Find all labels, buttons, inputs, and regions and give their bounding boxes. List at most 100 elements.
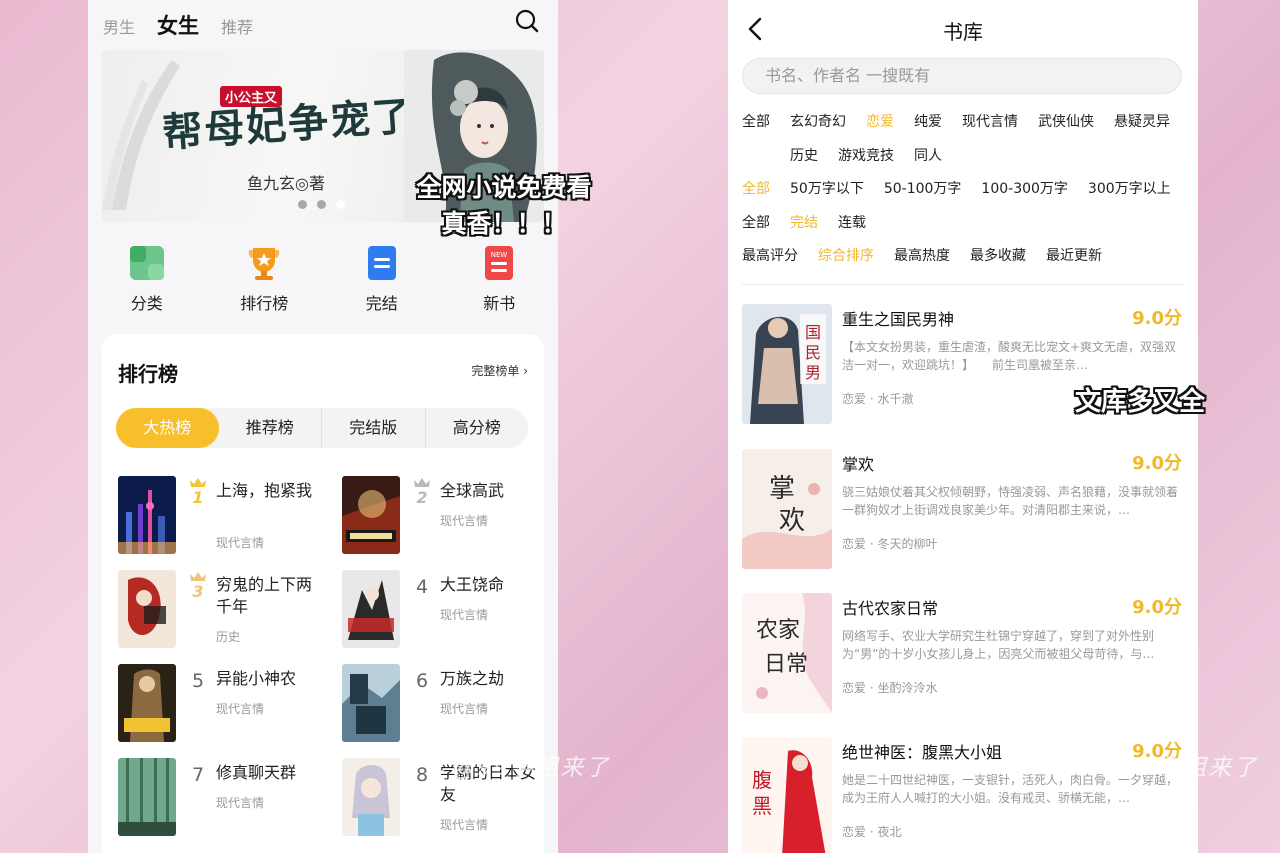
quick-nav-label: 完结 [365, 294, 398, 313]
book-genre: 现代言情 [440, 608, 489, 622]
svg-text:日常: 日常 [764, 652, 808, 677]
ranking-item[interactable]: 4 大王饶命 现代言情 [342, 570, 552, 652]
search-input[interactable]: 书名、作者名 一搜既有 [742, 58, 1182, 94]
sort-option[interactable]: 最多收藏 [970, 245, 1026, 265]
book-list-item[interactable]: 农家 日常 古代农家日常 9.0分 网络写手、农业大学研究生杜锦宁穿越了，穿到了… [742, 593, 1182, 717]
ranking-item[interactable]: 1 上海，抱紧我 现代言情 [118, 476, 328, 558]
ranking-title: 排行榜 [118, 362, 178, 386]
book-description: 网络写手、农业大学研究生杜锦宁穿越了，穿到了对外性别为“男”的十岁小女孩儿身上，… [842, 629, 1155, 661]
filter-option[interactable]: 连载 [838, 212, 866, 232]
ranking-item[interactable]: 3 穷鬼的上下两千年 历史 [118, 570, 328, 652]
chevron-right-icon: › [523, 364, 528, 378]
book-name: 穷鬼的上下两千年 [216, 575, 313, 616]
svg-text:腹: 腹 [752, 768, 772, 792]
carousel-dot[interactable] [317, 200, 326, 209]
filter-option[interactable]: 悬疑灵异 [1114, 111, 1170, 131]
sort-option[interactable]: 最高评分 [742, 245, 798, 265]
tab-recommended[interactable]: 推荐榜 [219, 408, 322, 448]
book-cover [342, 570, 400, 648]
book-genre: 现代言情 [440, 514, 489, 528]
genre-filter-row: 全部 玄幻奇幻 恋爱 纯爱 现代言情 武侠仙侠 悬疑灵异 [742, 111, 1190, 131]
filter-option[interactable]: 同人 [914, 145, 942, 165]
filter-option-selected[interactable]: 全部 [742, 178, 770, 198]
book-genre: 现代言情 [216, 702, 265, 716]
sort-option[interactable]: 最近更新 [1046, 245, 1102, 265]
quick-nav-new[interactable]: NEW 新书 [454, 244, 544, 314]
promo-caption-line: 全网小说免费看 [416, 173, 592, 202]
book-cover: 农家 日常 [742, 593, 832, 713]
rank-number: 8 [415, 764, 429, 786]
quick-nav-label: 排行榜 [240, 294, 289, 313]
book-score: 9.0分 [1132, 308, 1182, 329]
tab-finished[interactable]: 完结版 [322, 408, 426, 448]
ranking-item[interactable]: 7 修真聊天群 现代言情 [118, 758, 328, 840]
book-description: 【本文女扮男装，重生虐渣，酸爽无比宠文+爽文无虐，双强双洁一对一，欢迎跳坑！】 … [842, 340, 1177, 372]
svg-text:国: 国 [805, 323, 821, 342]
book-genre: 现代言情 [440, 702, 489, 716]
sort-option[interactable]: 最高热度 [894, 245, 950, 265]
filter-option[interactable]: 玄幻奇幻 [790, 111, 846, 131]
filter-option-selected[interactable]: 完结 [790, 212, 818, 232]
sort-option-selected[interactable]: 综合排序 [818, 245, 874, 265]
ranking-item[interactable]: 6 万族之劫 现代言情 [342, 664, 552, 746]
carousel-dot[interactable] [298, 200, 307, 209]
book-list-item[interactable]: 掌 欢 掌欢 9.0分 骁三姑娘仗着其父权倾朝野，恃强凌弱、声名狼藉，没事就领着… [742, 449, 1182, 573]
filter-option[interactable]: 武侠仙侠 [1038, 111, 1094, 131]
book-genre: 现代言情 [216, 536, 265, 550]
quick-nav-ranking[interactable]: 排行榜 [219, 244, 309, 314]
right-screen: 书库 书名、作者名 一搜既有 全部 玄幻奇幻 恋爱 纯爱 现代言情 武侠仙侠 悬… [728, 0, 1198, 853]
quick-nav-category[interactable]: 分类 [102, 244, 192, 314]
filter-option[interactable]: 50万字以下 [790, 178, 864, 198]
book-cover [342, 664, 400, 742]
filter-option[interactable]: 100-300万字 [981, 178, 1068, 198]
banner-author: 鱼九玄◎著 [247, 174, 325, 193]
quick-nav-completed[interactable]: 完结 [337, 244, 427, 314]
filter-option-selected[interactable]: 恋爱 [866, 111, 894, 131]
book-score: 9.0分 [1132, 597, 1182, 618]
book-name: 异能小神农 [216, 669, 297, 688]
status-filter-row: 全部 完结 连载 [742, 212, 886, 232]
svg-text:民: 民 [805, 343, 821, 362]
ranking-item[interactable]: 5 异能小神农 现代言情 [118, 664, 328, 746]
genre-filter-row-2: 历史 游戏竞技 同人 [790, 145, 962, 165]
book-name: 大王饶命 [440, 575, 505, 594]
filter-option[interactable]: 全部 [742, 212, 770, 232]
filter-option[interactable]: 现代言情 [962, 111, 1018, 131]
book-score: 9.0分 [1132, 453, 1182, 474]
full-list-link[interactable]: 完整榜单 › [471, 362, 528, 379]
book-meta: 恋爱 · 水千澈 [842, 392, 914, 406]
book-description: 骁三姑娘仗着其父权倾朝野，恃强凌弱、声名狼藉，没事就领着一群狗奴才上街调戏良家美… [842, 485, 1179, 517]
word-count-filter-row: 全部 50万字以下 50-100万字 100-300万字 300万字以上 [742, 178, 1191, 198]
ranking-tabs: 大热榜 推荐榜 完结版 高分榜 [116, 408, 528, 448]
rank-number: 5 [191, 670, 205, 692]
watermark: @99学姐来了 [1100, 755, 1259, 781]
watermark: @99学姐来了 [452, 755, 611, 781]
book-finished-icon [367, 246, 396, 280]
filter-option[interactable]: 历史 [790, 145, 818, 165]
full-list-label: 完整榜单 [471, 364, 520, 378]
book-name: 万族之劫 [440, 669, 505, 688]
promo-caption: 全网小说免费看 真香！！！ [398, 170, 610, 242]
tab-recommend[interactable]: 推荐 [221, 14, 253, 38]
filter-option[interactable]: 纯爱 [914, 111, 942, 131]
svg-text:NEW: NEW [491, 251, 508, 259]
rank-number: 2 [416, 488, 427, 506]
filter-option[interactable]: 300万字以上 [1088, 178, 1171, 198]
tab-female[interactable]: 女生 [157, 10, 199, 40]
filter-option[interactable]: 全部 [742, 111, 770, 131]
carousel-dot-active[interactable] [336, 200, 345, 209]
svg-text:黑: 黑 [752, 794, 772, 818]
gender-tabs: 男生 女生 推荐 [103, 10, 253, 40]
tab-hot[interactable]: 大热榜 [116, 408, 219, 448]
tab-top-rated[interactable]: 高分榜 [426, 408, 529, 448]
svg-text:掌: 掌 [769, 474, 795, 504]
filter-option[interactable]: 50-100万字 [884, 178, 962, 198]
tab-male[interactable]: 男生 [103, 14, 135, 38]
carousel-dots[interactable] [298, 200, 345, 209]
book-meta: 恋爱 · 夜北 [842, 825, 902, 839]
ranking-item[interactable]: 2 全球高武 现代言情 [342, 476, 552, 558]
search-icon[interactable] [514, 8, 540, 34]
new-book-icon: NEW [485, 246, 514, 280]
rank-number: 1 [192, 488, 203, 506]
filter-option[interactable]: 游戏竞技 [838, 145, 894, 165]
